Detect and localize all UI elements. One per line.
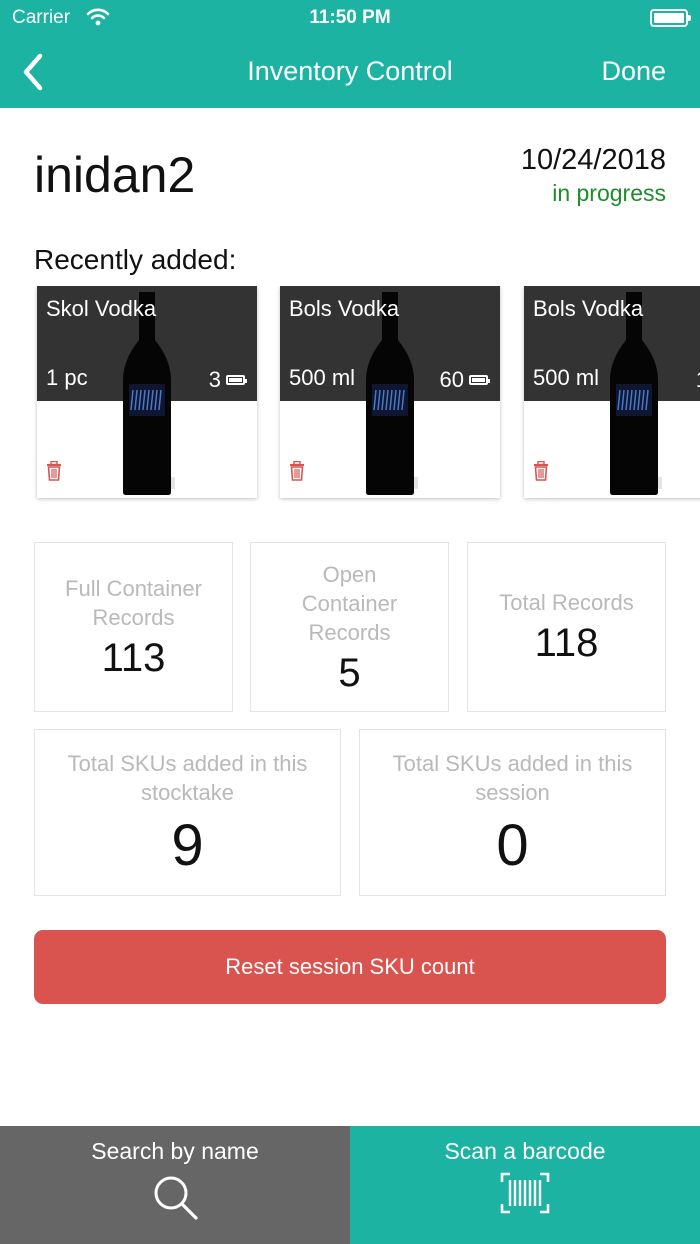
session-date: 10/24/2018 [520,144,666,176]
stat-total-records: Total Records 118 [467,542,666,712]
search-by-name-button[interactable]: Search by name [0,1126,350,1244]
bottom-action-bar: Search by name Scan a barcode [0,1126,700,1244]
stat-value: 5 [338,651,361,695]
session-name: inidan2 [34,147,196,203]
trash-icon[interactable] [533,460,549,486]
stat-value: 0 [496,813,529,878]
stat-value: 9 [171,813,204,878]
session-status: in progress [552,180,666,206]
status-bar: Carrier 11:50 PM [0,0,700,36]
search-button-label: Search by name [91,1138,259,1164]
top-bar: Carrier 11:50 PM Inventory Control Done [0,0,700,108]
nav-bar: Inventory Control Done [0,36,700,108]
recent-item-card[interactable]: Skol Vodka 1 pc 3 [37,286,257,498]
item-name: Skol Vodka [46,296,157,321]
done-button[interactable]: Done [601,56,666,87]
scan-button-label: Scan a barcode [444,1138,606,1164]
battery-level-icon [469,375,490,385]
item-size: 1 pc [46,365,88,390]
battery-icon [650,9,691,27]
item-count-value: 1 [696,367,700,393]
stat-label: Open Container Records [301,562,398,645]
item-count: 60 [439,367,490,393]
item-name: Bols Vodka [533,296,644,321]
stat-label: Full Container Records [65,576,202,630]
scan-barcode-button[interactable]: Scan a barcode [350,1126,700,1244]
item-count-value: 60 [439,367,464,392]
barcode-icon [500,1172,550,1219]
stat-value: 118 [534,621,599,665]
item-count: 3 [208,367,247,393]
item-size: 500 ml [533,365,600,390]
page-title: Inventory Control [247,56,453,86]
item-name: Bols Vodka [289,296,400,321]
search-icon [150,1172,200,1227]
reset-session-sku-button[interactable]: Reset session SKU count [34,930,666,1004]
stat-value: 113 [101,636,166,680]
trash-icon[interactable] [289,460,305,486]
item-count: 1 [696,367,700,393]
stat-label: Total SKUs added in this stocktake [67,751,308,805]
recent-items-carousel[interactable]: Skol Vodka 1 pc 3 Bols Vodka 500 ml 60 B… [0,286,700,504]
stat-skus-session: Total SKUs added in this session 0 [359,729,666,896]
stat-full-container: Full Container Records 113 [34,542,233,712]
clock: 11:50 PM [309,7,391,28]
item-count-value: 3 [208,367,221,392]
recent-item-card[interactable]: Bols Vodka 500 ml 60 [280,286,500,498]
stat-open-container: Open Container Records 5 [250,542,449,712]
recently-added-label: Recently added: [34,244,237,275]
stat-skus-stocktake: Total SKUs added in this stocktake 9 [34,729,341,896]
item-size: 500 ml [289,365,356,390]
stat-label: Total Records [499,590,634,615]
trash-icon[interactable] [46,460,62,486]
stat-label: Total SKUs added in this session [392,751,633,805]
recent-item-card[interactable]: Bols Vodka 500 ml 1 [524,286,700,498]
battery-level-icon [226,375,247,385]
